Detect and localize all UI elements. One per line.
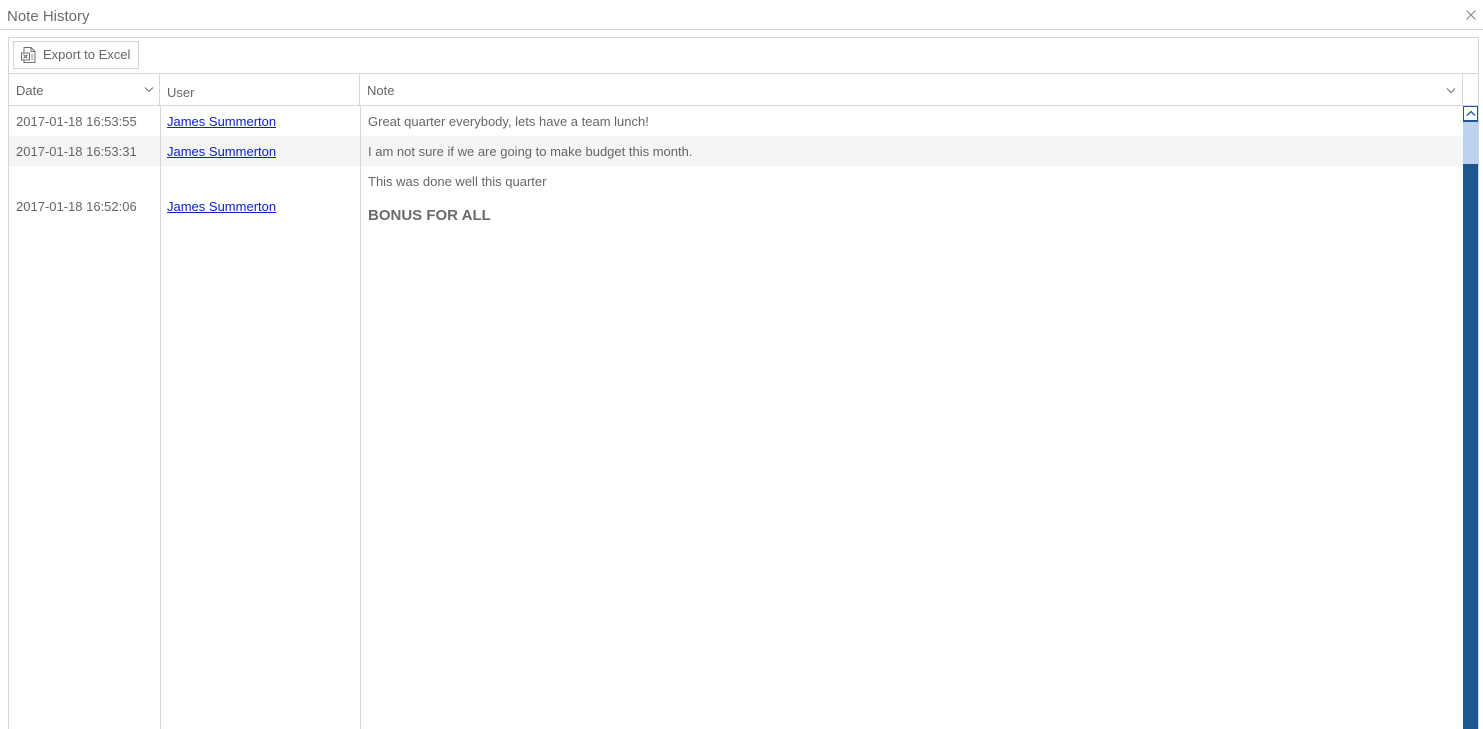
- row-user-link[interactable]: James Summerton: [167, 114, 276, 129]
- close-icon: [1466, 10, 1476, 20]
- export-button-label: Export to Excel: [43, 47, 131, 62]
- table-row[interactable]: 2017-01-18 16:53:31 James Summerton I am…: [9, 136, 1463, 166]
- column-divider: [360, 106, 361, 729]
- chevron-up-icon: [1466, 110, 1475, 116]
- row-note: This was done well this quarter: [368, 174, 547, 189]
- column-header-date-label: Date: [16, 83, 44, 98]
- grid-header: Date User Note: [9, 74, 1478, 106]
- row-user-link[interactable]: James Summerton: [167, 199, 276, 214]
- row-note: I am not sure if we are going to make bu…: [368, 144, 693, 159]
- column-header-user[interactable]: User: [160, 74, 360, 105]
- grid-toolbar: Export to Excel: [9, 38, 1478, 74]
- column-divider: [160, 106, 161, 729]
- column-header-note[interactable]: Note: [360, 74, 1463, 105]
- dialog-titlebar: Note History: [0, 0, 1483, 30]
- column-header-date[interactable]: Date: [9, 74, 160, 105]
- excel-icon: [21, 47, 36, 63]
- chevron-down-icon[interactable]: [144, 86, 154, 93]
- scrollbar-thumb[interactable]: [1463, 122, 1478, 164]
- scroll-up-button[interactable]: [1463, 106, 1478, 121]
- column-header-spacer: [1463, 74, 1478, 105]
- note-grid: Export to Excel Date User Note 2017-01-1…: [8, 37, 1479, 729]
- chevron-down-icon[interactable]: [1446, 87, 1456, 94]
- table-row[interactable]: 2017-01-18 16:52:06 James Summerton This…: [9, 166, 1463, 246]
- table-row[interactable]: 2017-01-18 16:53:55 James Summerton Grea…: [9, 106, 1463, 136]
- row-note-emphasis: BONUS FOR ALL: [368, 207, 491, 224]
- row-date: 2017-01-18 16:53:31: [16, 144, 137, 159]
- export-to-excel-button[interactable]: Export to Excel: [13, 41, 140, 69]
- note-history-dialog: Note History Export to Excel Date User N…: [0, 0, 1483, 729]
- column-header-note-label: Note: [367, 83, 395, 98]
- vertical-scrollbar[interactable]: [1463, 106, 1478, 729]
- grid-body: 2017-01-18 16:53:55 James Summerton Grea…: [9, 106, 1463, 729]
- row-date: 2017-01-18 16:52:06: [16, 199, 137, 214]
- close-button[interactable]: [1463, 7, 1479, 23]
- column-header-user-label: User: [167, 85, 195, 100]
- row-user-link[interactable]: James Summerton: [167, 144, 276, 159]
- row-date: 2017-01-18 16:53:55: [16, 114, 137, 129]
- dialog-title: Note History: [7, 8, 90, 25]
- row-note: Great quarter everybody, lets have a tea…: [368, 114, 649, 129]
